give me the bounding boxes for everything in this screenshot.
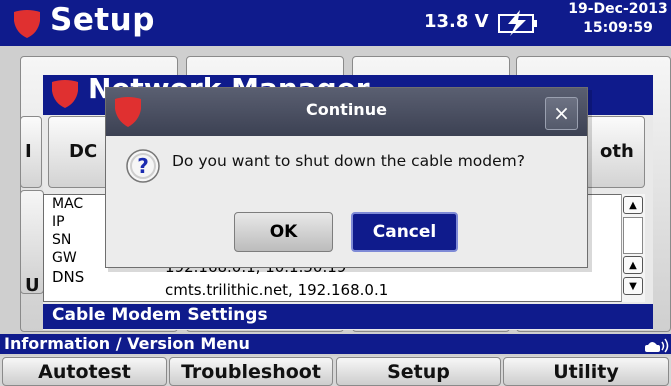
list-item-label: IP [52, 214, 65, 230]
dialog-title: Continue [306, 100, 387, 119]
question-icon: ? [126, 149, 160, 183]
scroll-thumb[interactable] [623, 217, 643, 254]
list-item-label: GW [52, 250, 77, 266]
time-display: 15:09:59 [583, 20, 653, 36]
partial-tile-left[interactable]: U [20, 190, 44, 296]
list-item-label: SN [52, 232, 72, 248]
scroll-up-icon[interactable]: ▲ [623, 196, 643, 214]
list-item-value: cmts.trilithic.net, 192.168.0.1 [165, 281, 389, 299]
dialog-message: Do you want to shut down the cable modem… [172, 152, 525, 170]
svg-text:?: ? [137, 154, 149, 178]
partial-tab-left[interactable]: I [20, 116, 42, 188]
list-item-label: DNS [52, 268, 85, 286]
shield-icon [14, 10, 40, 38]
cable-modem-settings-label: Cable Modem Settings [52, 305, 268, 325]
tab-utility[interactable]: Utility [503, 357, 669, 386]
cancel-button[interactable]: Cancel [351, 212, 458, 252]
battery-voltage: 13.8 V [424, 11, 489, 32]
shield-icon [52, 80, 78, 108]
close-icon[interactable]: × [545, 97, 578, 130]
tab-autotest[interactable]: Autotest [2, 357, 167, 386]
battery-charging-icon [498, 10, 537, 36]
scroll-up-icon[interactable]: ▲ [623, 256, 643, 274]
page-title: Setup [50, 2, 155, 38]
tab-troubleshoot[interactable]: Troubleshoot [169, 357, 333, 386]
info-bar-label: Information / Version Menu [4, 334, 250, 353]
list-item-label: MAC [52, 196, 84, 212]
bluetooth-button[interactable]: oth [585, 116, 645, 188]
wifi-modem-icon [645, 338, 669, 353]
scroll-down-icon[interactable]: ▼ [623, 277, 643, 295]
tab-setup[interactable]: Setup [336, 357, 501, 386]
date-display: 19-Dec-2013 [568, 1, 668, 17]
ok-button[interactable]: OK [234, 212, 333, 252]
